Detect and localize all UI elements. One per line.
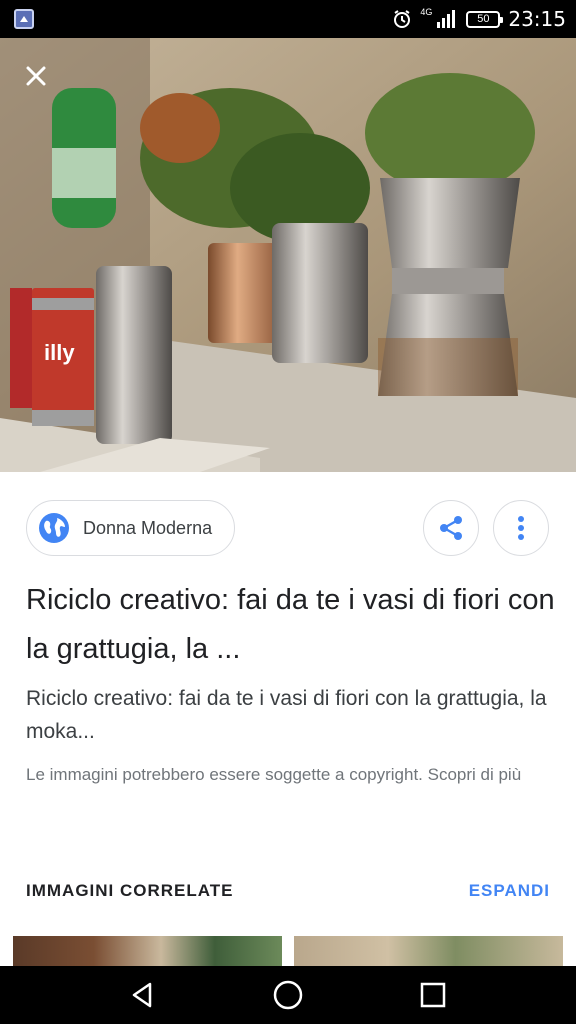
network-type-label: 4G (420, 7, 433, 17)
back-icon[interactable] (128, 980, 158, 1010)
more-vertical-icon[interactable] (517, 515, 525, 541)
battery-level: 50 (477, 13, 490, 25)
result-description: Riciclo creativo: fai da te i vasi di fi… (26, 687, 547, 743)
related-image-thumbnail[interactable] (13, 936, 282, 966)
hero-image[interactable]: illy (0, 38, 576, 472)
home-icon[interactable] (272, 979, 304, 1011)
source-name: Donna Moderna (83, 517, 213, 538)
source-row: Donna Moderna (26, 500, 550, 556)
recents-button[interactable] (409, 971, 457, 1019)
share-button[interactable] (423, 500, 479, 556)
related-images-header: IMMAGINI CORRELATE ESPANDI (26, 878, 550, 904)
navigation-bar (0, 966, 576, 1024)
expand-button[interactable]: ESPANDI (469, 881, 550, 901)
share-icon[interactable] (438, 515, 464, 541)
close-button[interactable] (18, 58, 54, 94)
alarm-icon (392, 9, 412, 29)
globe-icon (37, 511, 71, 545)
related-image-thumbnail[interactable] (294, 936, 563, 966)
battery-icon: 50 (466, 10, 504, 28)
home-button[interactable] (264, 971, 312, 1019)
recents-icon[interactable] (419, 981, 447, 1009)
signal-icon (436, 10, 458, 28)
related-images-title: IMMAGINI CORRELATE (26, 881, 234, 900)
status-time: 23:15 (508, 7, 566, 31)
status-bar: 4G 50 23:15 (0, 0, 576, 38)
back-button[interactable] (119, 971, 167, 1019)
source-chip[interactable]: Donna Moderna (26, 500, 235, 556)
more-options-button[interactable] (493, 500, 549, 556)
app-notification-icon (14, 9, 34, 29)
svg-text:illy: illy (44, 340, 75, 365)
result-title[interactable]: Riciclo creativo: fai da te i vasi di fi… (26, 576, 556, 674)
copyright-notice[interactable]: Le immagini potrebbero essere soggette a… (26, 760, 556, 790)
close-icon[interactable] (25, 65, 47, 87)
